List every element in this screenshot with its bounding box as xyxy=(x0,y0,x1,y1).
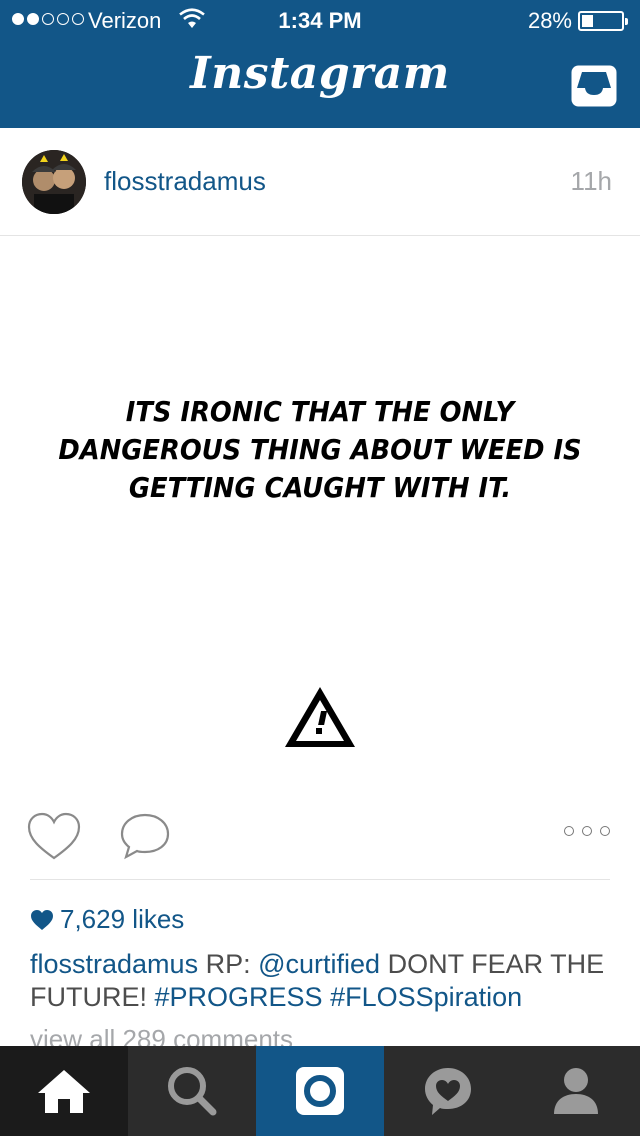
battery-icon xyxy=(578,11,628,31)
search-icon xyxy=(168,1067,217,1116)
heart-bubble-icon xyxy=(425,1068,471,1115)
caption-hashtag-flosspiration[interactable]: #FLOSSpiration xyxy=(330,982,522,1012)
caption-prefix: RP: xyxy=(205,949,251,979)
tab-home[interactable] xyxy=(0,1046,128,1136)
caption-username[interactable]: flosstradamus xyxy=(30,949,198,979)
post-username[interactable]: flosstradamus xyxy=(104,166,266,197)
image-quote-text: ITS IRONIC THAT THE ONLY DANGEROUS THING… xyxy=(58,395,582,504)
post-image[interactable]: ITS IRONIC THAT THE ONLY DANGEROUS THING… xyxy=(0,237,640,782)
battery-percentage: 28% xyxy=(527,8,572,33)
avatar[interactable] xyxy=(22,150,86,214)
post-actions xyxy=(0,800,640,880)
likes-count[interactable]: 7,629 likes xyxy=(30,904,184,935)
caption-hashtag-progress[interactable]: #PROGRESS xyxy=(155,982,323,1012)
tab-activity[interactable] xyxy=(384,1046,512,1136)
caption-mention[interactable]: @curtified xyxy=(258,949,380,979)
more-options-icon[interactable] xyxy=(564,826,610,836)
post-age: 11h xyxy=(570,166,612,196)
tab-explore[interactable] xyxy=(128,1046,256,1136)
small-heart-icon xyxy=(31,909,53,930)
comment-bubble-icon[interactable] xyxy=(118,812,172,860)
tab-bar xyxy=(0,1046,640,1136)
top-bar: Verizon 1:34 PM 28% Instagram xyxy=(0,0,640,128)
instagram-logo: Instagram xyxy=(190,48,450,99)
likes-label: 7,629 likes xyxy=(60,904,185,934)
tab-camera[interactable] xyxy=(256,1046,384,1136)
post-caption: flosstradamus RP: @curtified DONT FEAR T… xyxy=(30,948,620,1014)
home-icon xyxy=(38,1070,90,1113)
camera-icon xyxy=(296,1067,344,1115)
post-header: flosstradamus 11h xyxy=(0,128,640,236)
warning-sign-icon xyxy=(285,687,355,747)
tab-profile[interactable] xyxy=(512,1046,640,1136)
actions-divider xyxy=(30,879,610,880)
profile-icon xyxy=(554,1068,598,1114)
like-heart-icon[interactable] xyxy=(26,812,82,862)
inbox-icon[interactable] xyxy=(570,64,618,108)
status-bar: Verizon 1:34 PM 28% xyxy=(0,0,640,40)
